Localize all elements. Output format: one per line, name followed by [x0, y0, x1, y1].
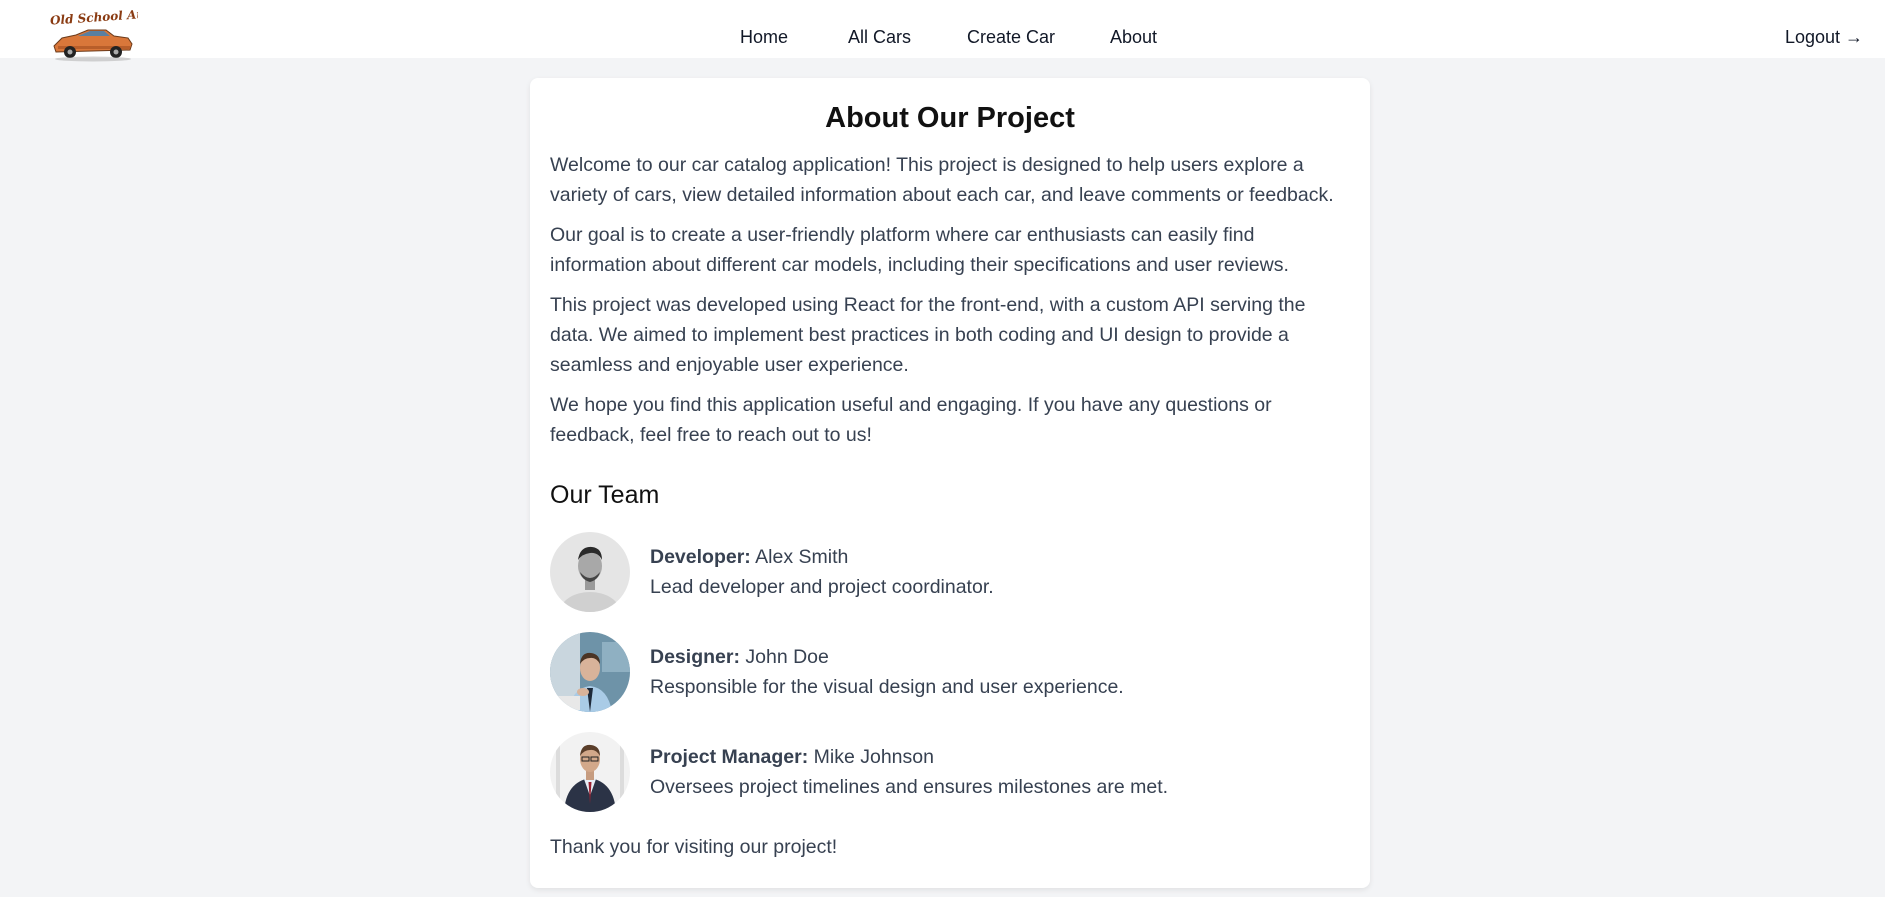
project-manager-role: Project Manager: — [650, 746, 809, 768]
nav-home-link[interactable]: Home — [740, 27, 788, 48]
designer-role: Designer: — [650, 646, 740, 668]
designer-name: John Doe — [745, 646, 829, 668]
developer-avatar — [550, 532, 630, 612]
nav-create-car-link[interactable]: Create Car — [967, 27, 1055, 48]
team-heading: Our Team — [550, 481, 660, 509]
about-paragraph-1: Welcome to our car catalog application! … — [550, 154, 1334, 206]
developer-info: Developer: Alex Smith Lead developer and… — [650, 542, 994, 602]
logout-link[interactable]: Logout → — [1785, 27, 1863, 48]
designer-info: Designer: John Doe Responsible for the v… — [650, 642, 1124, 702]
old-school-autos-logo[interactable]: Old School Autos — [48, 6, 166, 63]
developer-name: Alex Smith — [755, 546, 849, 568]
nav-about-link[interactable]: About — [1110, 27, 1157, 48]
about-paragraph-3: This project was developed using React f… — [550, 294, 1306, 376]
team-member: Designer: John Doe Responsible for the v… — [550, 632, 1350, 712]
designer-avatar — [550, 632, 630, 712]
about-card: About Our Project Welcome to our car cat… — [530, 78, 1370, 888]
top-navbar: Old School Autos Home All Cars Create Ca… — [0, 0, 1885, 62]
project-manager-avatar — [550, 732, 630, 812]
project-manager-description: Oversees project timelines and ensures m… — [650, 776, 1169, 798]
designer-description: Responsible for the visual design and us… — [650, 676, 1124, 698]
closing-text: Thank you for visiting our project! — [550, 836, 838, 858]
nav-all-cars-link[interactable]: All Cars — [848, 27, 911, 48]
about-paragraph-2: Our goal is to create a user-friendly pl… — [550, 224, 1289, 276]
project-manager-info: Project Manager: Mike Johnson Oversees p… — [650, 742, 1168, 802]
developer-description: Lead developer and project coordinator. — [650, 576, 994, 598]
page-title: About Our Project — [825, 102, 1075, 134]
project-manager-name: Mike Johnson — [813, 746, 934, 768]
team-member: Project Manager: Mike Johnson Oversees p… — [550, 732, 1350, 812]
developer-role: Developer: — [650, 546, 751, 568]
svg-text:Old School Autos: Old School Autos — [50, 8, 138, 28]
team-member: Developer: Alex Smith Lead developer and… — [550, 532, 1350, 612]
about-paragraph-4: We hope you find this application useful… — [550, 394, 1272, 446]
